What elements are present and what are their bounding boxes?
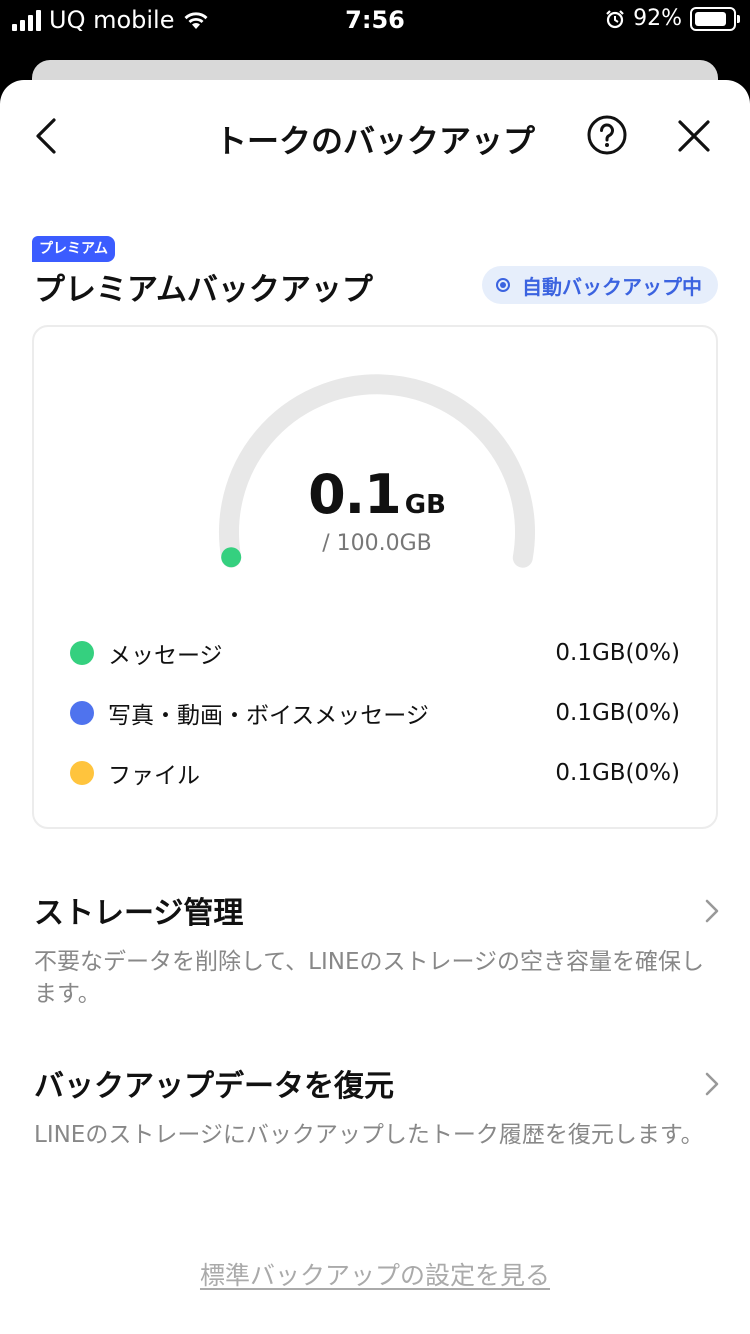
legend-item-messages: メッセージ 0.1GB(0%)	[70, 633, 680, 673]
legend-label: メッセージ	[108, 643, 223, 669]
legend-value: 0.1GB(0%)	[555, 760, 680, 786]
help-icon[interactable]	[586, 114, 628, 156]
usage-card: 0.1 GB / 100.0GB メッセージ 0.1GB(0%) 写真・動画・ボイ…	[32, 325, 718, 829]
battery-icon	[690, 6, 740, 31]
auto-backup-status: 自動バックアップ中	[482, 266, 718, 304]
used-unit: GB	[404, 490, 446, 520]
legend-label: ファイル	[108, 763, 200, 789]
legend-swatch	[70, 641, 94, 665]
page-title: トークのバックアップ	[214, 122, 535, 160]
used-amount: 0.1 GB	[34, 463, 720, 526]
restore-backup-title: バックアップデータを復元	[34, 1069, 394, 1104]
storage-management-desc: 不要なデータを削除して、LINEのストレージの空き容量を確保します。	[34, 949, 705, 1007]
legend-item-media: 写真・動画・ボイスメッセージ 0.1GB(0%)	[70, 693, 680, 733]
status-dot-icon	[496, 278, 510, 292]
status-right: 92%	[605, 6, 740, 31]
standard-backup-link[interactable]: 標準バックアップの設定を見る	[0, 1256, 750, 1292]
auto-backup-label: 自動バックアップ中	[522, 274, 702, 299]
chevron-right-icon	[705, 1072, 719, 1096]
premium-badge: プレミアム	[32, 236, 116, 262]
storage-management-title: ストレージ管理	[34, 896, 244, 931]
standard-backup-link-label: 標準バックアップの設定を見る	[199, 1261, 550, 1290]
total-capacity: / 100.0GB	[322, 531, 432, 556]
nav-bar: トークのバックアップ	[0, 80, 750, 190]
backup-sheet: トークのバックアップ プレミアム プレミアムバックアップ 自動バックアップ中 0…	[0, 80, 750, 1334]
restore-backup-desc: LINEのストレージにバックアップしたトーク履歴を復元します。	[34, 1122, 704, 1148]
close-icon[interactable]	[676, 118, 712, 154]
legend-swatch	[70, 761, 94, 785]
legend-item-files: ファイル 0.1GB(0%)	[70, 753, 680, 793]
legend-swatch	[70, 701, 94, 725]
legend-value: 0.1GB(0%)	[555, 640, 680, 666]
premium-title: プレミアムバックアップ	[34, 272, 373, 308]
used-value: 0.1	[308, 463, 402, 526]
status-bar: UQ mobile 7:56 92%	[0, 0, 750, 42]
legend-label: 写真・動画・ボイスメッセージ	[108, 703, 429, 729]
alarm-icon	[606, 9, 624, 28]
chevron-right-icon	[705, 899, 719, 923]
battery-percent: 92%	[633, 6, 682, 31]
legend-value: 0.1GB(0%)	[555, 700, 680, 726]
